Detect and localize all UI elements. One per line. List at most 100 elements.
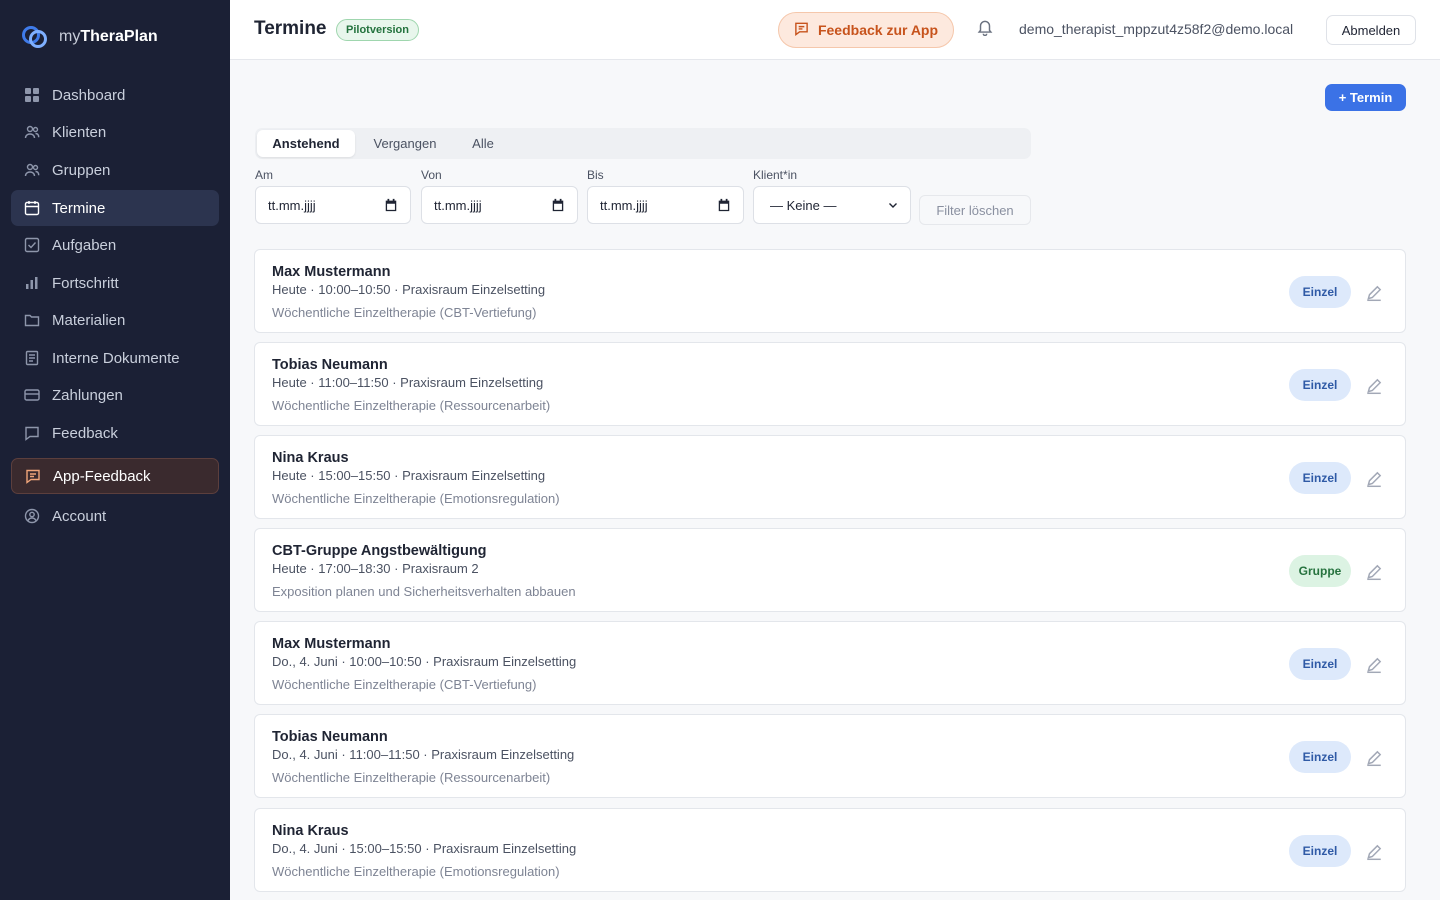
appointment-name: Tobias Neumann	[272, 729, 388, 745]
user-circle-icon	[24, 508, 40, 524]
appointment-description: Wöchentliche Einzeltherapie (Ressourcena…	[272, 398, 551, 413]
tab-vergangen[interactable]: Vergangen	[357, 130, 453, 157]
appointment-card[interactable]: CBT-Gruppe Angstbewältigung Heute · 17:0…	[254, 528, 1406, 612]
user-email: demo_therapist_mppzut4z58f2@demo.local	[1019, 21, 1294, 37]
tab-alle[interactable]: Alle	[455, 130, 511, 157]
type-badge: Einzel	[1289, 369, 1351, 401]
filter-klient-select[interactable]: — Keine —	[753, 186, 911, 224]
calendar-icon[interactable]	[717, 198, 731, 212]
top-header: Termine Pilotversion Feedback zur App de…	[230, 0, 1440, 60]
appointment-meta: Do., 4. Juni · 11:00–11:50 · Praxisraum …	[272, 747, 575, 762]
appointment-description: Exposition planen und Sicherheitsverhalt…	[272, 584, 576, 599]
sidebar-item-label: Feedback	[52, 424, 118, 442]
sidebar-item-termine[interactable]: Termine	[11, 190, 219, 226]
sidebar-item-label: App-Feedback	[53, 467, 151, 485]
appointment-meta: Heute · 11:00–11:50 · Praxisraum Einzels…	[272, 375, 544, 390]
sidebar-item-label: Dashboard	[52, 86, 126, 104]
grid-icon	[24, 87, 40, 103]
filter-von-label: Von	[421, 168, 442, 182]
app-logo[interactable]: myTheraPlan	[21, 24, 158, 50]
filter-bis-label: Bis	[587, 168, 604, 182]
pencil-icon[interactable]	[1365, 284, 1383, 302]
appointment-name: CBT-Gruppe Angstbewältigung	[272, 543, 487, 559]
app-name: myTheraPlan	[59, 28, 158, 45]
type-badge: Gruppe	[1289, 555, 1351, 587]
filter-am-label: Am	[255, 168, 273, 182]
appointment-meta: Do., 4. Juni · 15:00–15:50 · Praxisraum …	[272, 841, 577, 856]
pencil-icon[interactable]	[1365, 843, 1383, 861]
select-value: — Keine —	[770, 197, 837, 213]
sidebar-item-dashboard[interactable]: Dashboard	[11, 77, 219, 113]
feedback-app-button[interactable]: Feedback zur App	[778, 12, 954, 48]
pilot-badge: Pilotversion	[336, 19, 419, 41]
appointment-card[interactable]: Max Mustermann Heute · 10:00–10:50 · Pra…	[254, 249, 1406, 333]
appointment-meta: Heute · 15:00–15:50 · Praxisraum Einzels…	[272, 468, 546, 483]
date-placeholder: tt.mm.jjjj	[600, 197, 648, 213]
document-icon	[24, 350, 40, 366]
sidebar-item-label: Gruppen	[52, 161, 111, 179]
sidebar-item-zahlungen[interactable]: Zahlungen	[11, 377, 219, 413]
appointment-description: Wöchentliche Einzeltherapie (Ressourcena…	[272, 770, 551, 785]
clear-filters-button[interactable]: Filter löschen	[919, 195, 1031, 225]
logo-icon	[21, 24, 49, 50]
filter-von-input[interactable]: tt.mm.jjjj	[421, 186, 578, 224]
filter-klient-label: Klient*in	[753, 168, 798, 182]
sidebar-item-label: Fortschritt	[52, 274, 119, 292]
appointment-card[interactable]: Max Mustermann Do., 4. Juni · 10:00–10:5…	[254, 621, 1406, 705]
bar-chart-icon	[24, 275, 40, 291]
users-icon	[24, 162, 40, 178]
checkbox-icon	[24, 237, 40, 253]
sidebar-item-interne-dokumente[interactable]: Interne Dokumente	[11, 340, 219, 376]
appointment-name: Tobias Neumann	[272, 357, 388, 373]
pencil-icon[interactable]	[1365, 470, 1383, 488]
filter-am-input[interactable]: tt.mm.jjjj	[255, 186, 411, 224]
sidebar-item-klienten[interactable]: Klienten	[11, 114, 219, 150]
logout-button[interactable]: Abmelden	[1326, 15, 1416, 45]
chevron-down-icon	[888, 198, 898, 213]
feedback-app-label: Feedback zur App	[817, 22, 939, 38]
credit-card-icon	[24, 387, 40, 403]
sidebar-item-app-feedback[interactable]: App-Feedback	[11, 458, 219, 494]
calendar-icon[interactable]	[384, 198, 398, 212]
appointment-card[interactable]: Nina Kraus Do., 4. Juni · 15:00–15:50 · …	[254, 808, 1406, 892]
sidebar-item-aufgaben[interactable]: Aufgaben	[11, 227, 219, 263]
date-placeholder: tt.mm.jjjj	[434, 197, 482, 213]
add-appointment-button[interactable]: + Termin	[1325, 84, 1406, 111]
pencil-icon[interactable]	[1365, 656, 1383, 674]
sidebar-item-gruppen[interactable]: Gruppen	[11, 152, 219, 188]
users-icon	[24, 124, 40, 140]
appointment-card[interactable]: Tobias Neumann Do., 4. Juni · 11:00–11:5…	[254, 714, 1406, 798]
sidebar-item-label: Aufgaben	[52, 236, 117, 254]
page-title: Termine	[254, 18, 327, 39]
sidebar-item-label: Materialien	[52, 311, 126, 329]
pencil-icon[interactable]	[1365, 377, 1383, 395]
sidebar-item-label: Account	[52, 507, 107, 525]
appointment-description: Wöchentliche Einzeltherapie (CBT-Vertief…	[272, 305, 537, 320]
sidebar-item-fortschritt[interactable]: Fortschritt	[11, 265, 219, 301]
appointment-name: Nina Kraus	[272, 450, 349, 466]
calendar-icon[interactable]	[551, 198, 565, 212]
pencil-icon[interactable]	[1365, 563, 1383, 581]
calendar-icon	[24, 200, 40, 216]
sidebar-item-account[interactable]: Account	[11, 498, 219, 534]
message-icon	[25, 468, 41, 484]
appointment-description: Wöchentliche Einzeltherapie (CBT-Vertief…	[272, 677, 537, 692]
tab-anstehend[interactable]: Anstehend	[257, 130, 355, 157]
sidebar-item-label: Termine	[52, 199, 106, 217]
bell-icon[interactable]	[976, 18, 996, 38]
appointment-card[interactable]: Nina Kraus Heute · 15:00–15:50 · Praxisr…	[254, 435, 1406, 519]
message-icon	[24, 425, 40, 441]
sidebar-item-label: Klienten	[52, 123, 107, 141]
appointment-card[interactable]: Tobias Neumann Heute · 11:00–11:50 · Pra…	[254, 342, 1406, 426]
appointment-meta: Heute · 17:00–18:30 · Praxisraum 2	[272, 561, 479, 576]
date-placeholder: tt.mm.jjjj	[268, 197, 316, 213]
appointment-description: Wöchentliche Einzeltherapie (Emotionsreg…	[272, 864, 560, 879]
sidebar-item-feedback[interactable]: Feedback	[11, 415, 219, 451]
appointment-name: Nina Kraus	[272, 823, 349, 839]
sidebar-item-materialien[interactable]: Materialien	[11, 302, 219, 338]
filter-bis-input[interactable]: tt.mm.jjjj	[587, 186, 744, 224]
appointment-description: Wöchentliche Einzeltherapie (Emotionsreg…	[272, 491, 560, 506]
pencil-icon[interactable]	[1365, 749, 1383, 767]
message-icon	[794, 21, 809, 39]
appointment-meta: Do., 4. Juni · 10:00–10:50 · Praxisraum …	[272, 654, 577, 669]
